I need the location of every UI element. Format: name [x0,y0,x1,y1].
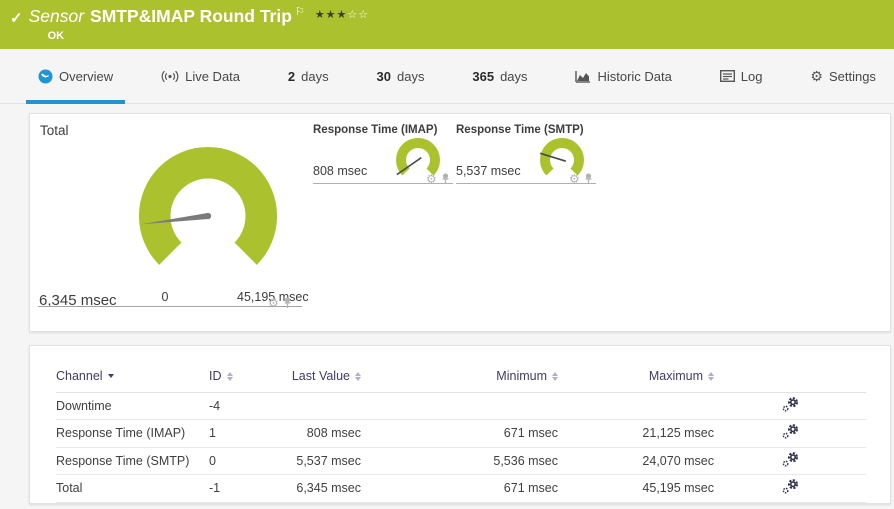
channel-maximum [558,392,714,420]
sensor-title: SMTP&IMAP Round Trip [90,6,292,26]
live-data-icon [161,70,179,83]
smtp-gauge-value: 5,537 msec [456,164,521,178]
sort-both-icon [226,371,233,381]
channel-last-value: 6,345 msec [269,474,361,503]
stars-filled[interactable]: ★★★ [315,9,348,21]
column-label: Last Value [291,368,350,383]
tab-live-data[interactable]: Live Data [149,49,252,103]
table-row: Response Time (SMTP) 0 5,537 msec 5,536 … [56,447,866,475]
sort-both-icon [708,371,714,381]
sensor-type-label: Sensor [28,6,85,26]
column-header-channel[interactable]: Channel [56,346,209,393]
status-check-icon: ✓ [10,10,23,27]
sort-both-icon [552,371,558,381]
priority-stars[interactable]: ★★★☆☆ [315,8,369,21]
gauge-pin-icon[interactable] [441,173,450,185]
channel-last-value: 5,537 msec [269,447,361,475]
tab-label: days [500,68,528,84]
tab-log[interactable]: Log [708,49,775,103]
sort-desc-icon [107,374,114,379]
channels-table: Channel ID Last Value Minimum Maximum Do… [56,346,866,503]
sensor-header: ✓ Sensor SMTP&IMAP Round Trip ⚐ ★★★☆☆ OK [0,0,894,49]
tab-2-days[interactable]: 2 days [276,49,341,103]
column-label: Minimum [496,368,547,383]
channel-settings-icon[interactable] [782,479,799,497]
sensor-tab-bar: Overview Live Data 2 days 30 days 365 da… [0,49,894,104]
channel-id: -1 [209,474,269,503]
tab-label: days [301,68,329,84]
channel-name: Downtime [56,392,209,420]
tab-number: 2 [287,68,296,84]
tab-label: Settings [828,68,876,84]
channel-minimum [361,392,558,420]
chart-icon [575,70,591,83]
table-header-row: Channel ID Last Value Minimum Maximum [56,346,866,393]
tab-overview[interactable]: Overview [26,49,126,104]
tab-30-days[interactable]: 30 days [365,49,437,103]
channel-name: Total [56,474,209,503]
channel-name: Response Time (SMTP) [56,447,209,475]
tab-label: Log [740,68,763,84]
channel-minimum: 671 msec [361,474,558,503]
channel-maximum: 21,125 msec [558,419,714,448]
column-label: ID [209,368,222,383]
gauges-panel: Total 0 45,195 msec 6,345 msec ⚙ Respons… [29,113,891,332]
table-row: Downtime -4 [56,392,866,420]
sort-both-icon [355,371,361,381]
divider [38,306,302,307]
column-header-minimum[interactable]: Minimum [361,346,558,393]
tab-label: Overview [59,68,114,84]
gauge-pin-icon[interactable] [283,297,292,309]
table-row: Total -1 6,345 msec 671 msec 45,195 msec [56,474,866,503]
gauge-scale-min: 0 [161,290,169,304]
tab-historic-data[interactable]: Historic Data [563,49,683,103]
gauge-settings-gear-icon[interactable]: ⚙ [426,173,437,185]
column-label: Maximum [648,368,703,383]
tab-number: 365 [472,68,495,84]
channel-settings-icon[interactable] [782,424,799,442]
tab-settings[interactable]: ⚙ Settings [798,49,888,103]
column-header-id[interactable]: ID [209,346,269,393]
channel-minimum: 671 msec [361,419,558,448]
column-header-actions [714,346,866,393]
tab-label: Historic Data [597,68,672,84]
gauge-settings-gear-icon[interactable]: ⚙ [268,297,279,309]
channel-settings-icon[interactable] [782,451,799,470]
channel-id: -4 [209,392,269,420]
log-icon [719,70,735,82]
gauge-settings-gear-icon[interactable]: ⚙ [569,173,580,185]
priority-flag-icon[interactable]: ⚐ [295,7,305,18]
channel-name: Response Time (IMAP) [56,419,209,448]
channel-id: 1 [209,419,269,448]
channel-last-value [269,392,361,420]
main-gauge-title: Total [40,123,69,138]
tab-label: Live Data [185,68,241,84]
column-header-last-value[interactable]: Last Value [269,346,361,393]
stars-empty[interactable]: ☆☆ [347,9,369,21]
tab-label: days [397,68,425,84]
tab-number: 30 [376,68,391,84]
total-gauge [138,146,278,265]
column-header-maximum[interactable]: Maximum [558,346,714,393]
column-label: Channel [56,368,103,383]
channel-minimum: 5,536 msec [361,447,558,475]
channel-settings-icon[interactable] [782,396,799,415]
sensor-status-badge: OK [47,30,65,42]
imap-gauge-value: 808 msec [313,164,368,178]
channel-last-value: 808 msec [269,419,361,448]
channel-maximum: 45,195 msec [558,474,714,503]
tab-365-days[interactable]: 365 days [460,49,539,103]
channel-id: 0 [209,447,269,475]
channel-maximum: 24,070 msec [558,447,714,475]
table-row: Response Time (IMAP) 1 808 msec 671 msec… [56,419,866,448]
gear-icon: ⚙ [810,68,823,84]
channels-table-panel: Channel ID Last Value Minimum Maximum Do… [29,345,891,504]
gauge-pin-icon[interactable] [584,173,593,185]
gauge-icon [38,69,53,84]
